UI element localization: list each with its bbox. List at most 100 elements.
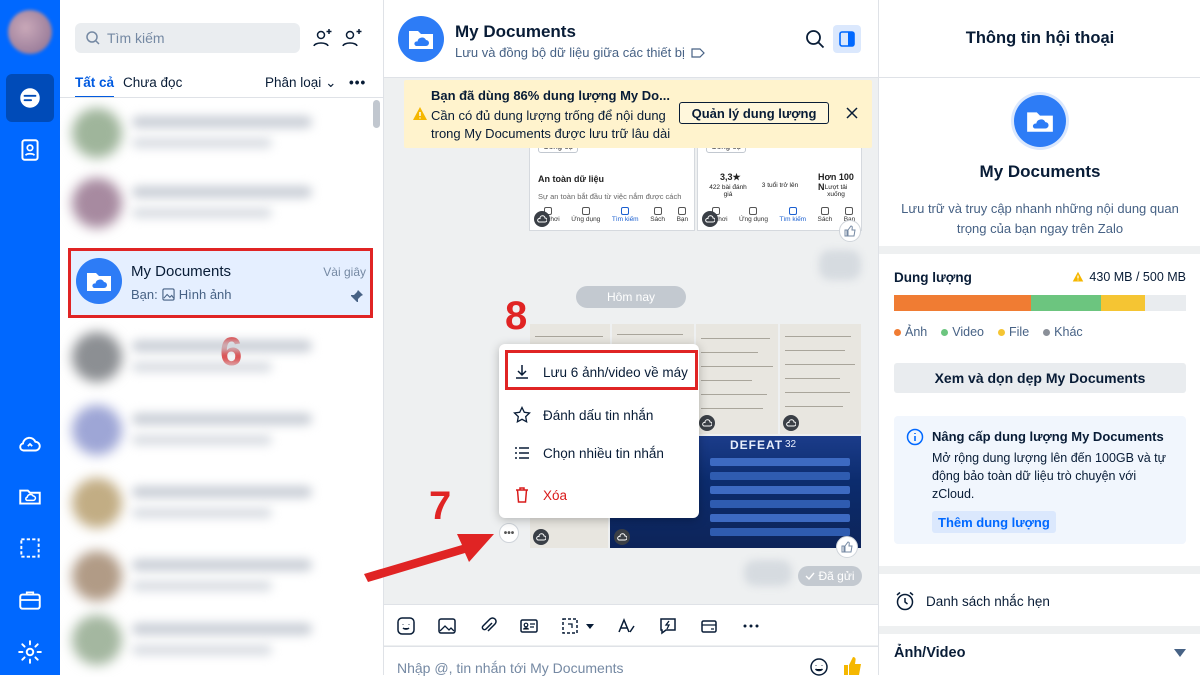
attach-file-button[interactable] (476, 614, 500, 638)
cloud-badge-icon (702, 211, 718, 227)
folder-cloud-icon (1027, 112, 1053, 132)
search-icon[interactable] (804, 28, 826, 50)
tag-icon[interactable] (691, 47, 705, 58)
alarm-clock-icon (896, 591, 914, 611)
chat-avatar[interactable] (398, 16, 444, 62)
chat-subtitle-text: Lưu và đồng bộ dữ liệu giữa các thiết bị (455, 45, 685, 60)
message-composer[interactable]: Nhập @, tin nhắn tới My Documents (384, 646, 878, 677)
shot-nav-item: Sách (817, 207, 832, 223)
close-icon[interactable] (844, 105, 860, 121)
toggle-info-panel-button[interactable] (833, 25, 861, 53)
classify-label: Phân loại (265, 75, 322, 90)
list-item[interactable] (60, 541, 370, 611)
contact-card-button[interactable] (517, 614, 541, 638)
list-item[interactable] (60, 168, 370, 238)
messages-nav-button[interactable] (6, 74, 54, 122)
format-text-button[interactable] (614, 614, 638, 638)
reminder-label: Danh sách nhắc hẹn (926, 593, 1050, 609)
storage-value: 430 MB / 500 MB (1072, 270, 1186, 284)
capture-button[interactable] (558, 614, 582, 638)
my-documents-nav-button[interactable] (6, 472, 54, 520)
trash-icon (516, 487, 528, 503)
toolbox-nav-button[interactable] (6, 576, 54, 624)
list-item[interactable] (60, 322, 370, 392)
more-tools-button[interactable] (739, 614, 763, 638)
warning-icon (413, 107, 427, 120)
reminder-list-item[interactable]: Danh sách nhắc hẹn (894, 590, 1050, 612)
upgrade-description: Mở rộng dung lượng lên đến 100GB và tự đ… (932, 451, 1166, 501)
section-divider (879, 246, 1200, 254)
contacts-nav-button[interactable] (6, 126, 54, 174)
menu-item-mark-message[interactable]: Đánh dấu tin nhắn (499, 397, 699, 433)
shot-navbar: Trò chơi Ứng dụng Tìm kiếm Sách Bạn (698, 200, 861, 230)
create-group-icon[interactable] (340, 26, 364, 50)
cloud-nav-button[interactable] (6, 420, 54, 468)
add-storage-button[interactable]: Thêm dung lượng (932, 511, 1056, 533)
emoji-icon[interactable] (809, 657, 829, 677)
info-description: Lưu trữ và truy cập nhanh những nội dung… (901, 201, 1179, 236)
image-message[interactable]: Công cụ 3,3★ 422 bài đánh giá 3 tuổi trở… (697, 135, 862, 231)
scrollbar-thumb[interactable] (373, 100, 380, 128)
photo-thumbnail[interactable] (780, 324, 861, 434)
like-button[interactable] (836, 536, 858, 558)
cloud-sync-icon (19, 436, 41, 452)
contact-card-icon (520, 619, 538, 633)
list-item[interactable] (60, 98, 370, 168)
tab-all[interactable]: Tất cả (75, 75, 115, 98)
search-icon (86, 31, 100, 45)
text-format-icon (618, 618, 635, 633)
warning-text: Cần có đủ dung lượng trống để nội dung (431, 108, 666, 123)
info-avatar (1014, 95, 1066, 147)
filter-bar: Tất cả Chưa đọc Phân loại ⌄ ••• (75, 70, 375, 98)
sticker-button[interactable] (394, 614, 418, 638)
info-panel-title: Thông tin hội thoại (879, 0, 1200, 78)
nav-rail (0, 0, 60, 675)
media-section-label: Ảnh/Video (894, 645, 966, 661)
settings-nav-button[interactable] (6, 628, 54, 676)
shot-nav-item: Sách (650, 207, 665, 223)
gear-icon (18, 640, 42, 664)
quick-message-button[interactable] (656, 614, 680, 638)
side-panel-icon (839, 31, 855, 47)
classify-dropdown[interactable]: Phân loại ⌄ (265, 75, 336, 91)
storage-usage-bar (894, 295, 1186, 311)
game-defeat-text: DEFEAT (730, 438, 784, 452)
menu-item-label: Chọn nhiều tin nhắn (543, 445, 664, 461)
image-button[interactable] (435, 614, 459, 638)
chat-area: My Documents Lưu và đồng bộ dữ liệu giữa… (364, 0, 878, 677)
menu-item-label: Đánh dấu tin nhắn (543, 407, 654, 423)
storage-segment-video (1031, 295, 1102, 311)
photo-thumbnail[interactable] (696, 324, 778, 434)
storage-warning-banner: Bạn đã dùng 86% dung lượng My Do... Cần … (404, 80, 872, 148)
thumbs-up-icon[interactable] (842, 655, 864, 677)
list-item[interactable] (60, 468, 370, 538)
menu-item-label: Xóa (543, 487, 568, 503)
like-button[interactable] (839, 220, 861, 242)
menu-item-select-multiple[interactable]: Chọn nhiều tin nhắn (499, 435, 699, 471)
capture-options-dropdown[interactable] (582, 614, 598, 638)
search-input[interactable]: Tìm kiếm (75, 23, 300, 53)
list-item[interactable] (60, 605, 370, 675)
upgrade-title: Nâng cấp dung lượng My Documents (932, 429, 1164, 444)
storage-label: Dung lượng (894, 270, 972, 285)
payment-button[interactable] (697, 614, 721, 638)
info-icon (906, 428, 924, 446)
section-divider (879, 626, 1200, 634)
caret-down-icon (1174, 649, 1186, 657)
list-item[interactable] (60, 395, 370, 465)
more-options-button[interactable]: ••• (349, 75, 366, 90)
conversation-list-panel: Tìm kiếm Tất cả Chưa đọc Phân loại ⌄ •••… (60, 0, 384, 675)
image-message[interactable]: Công cụ An toàn dữ liệu Sự an toàn bắt đ… (529, 135, 695, 231)
storage-segment-ảnh (894, 295, 1032, 311)
upgrade-storage-card: Nâng cấp dung lượng My Documents Mở rộng… (894, 416, 1186, 544)
manage-storage-button[interactable]: Quản lý dung lượng (679, 102, 829, 124)
menu-item-delete[interactable]: Xóa (499, 477, 699, 513)
blurred-timestamp (819, 250, 861, 280)
media-section-header[interactable]: Ảnh/Video (894, 645, 1186, 661)
user-avatar[interactable] (8, 10, 52, 54)
screenshot-nav-button[interactable] (6, 524, 54, 572)
tab-unread[interactable]: Chưa đọc (123, 75, 182, 90)
cloud-badge-icon (783, 415, 799, 431)
add-friend-icon[interactable] (310, 26, 334, 50)
view-and-clean-button[interactable]: Xem và dọn dẹp My Documents (894, 363, 1186, 393)
